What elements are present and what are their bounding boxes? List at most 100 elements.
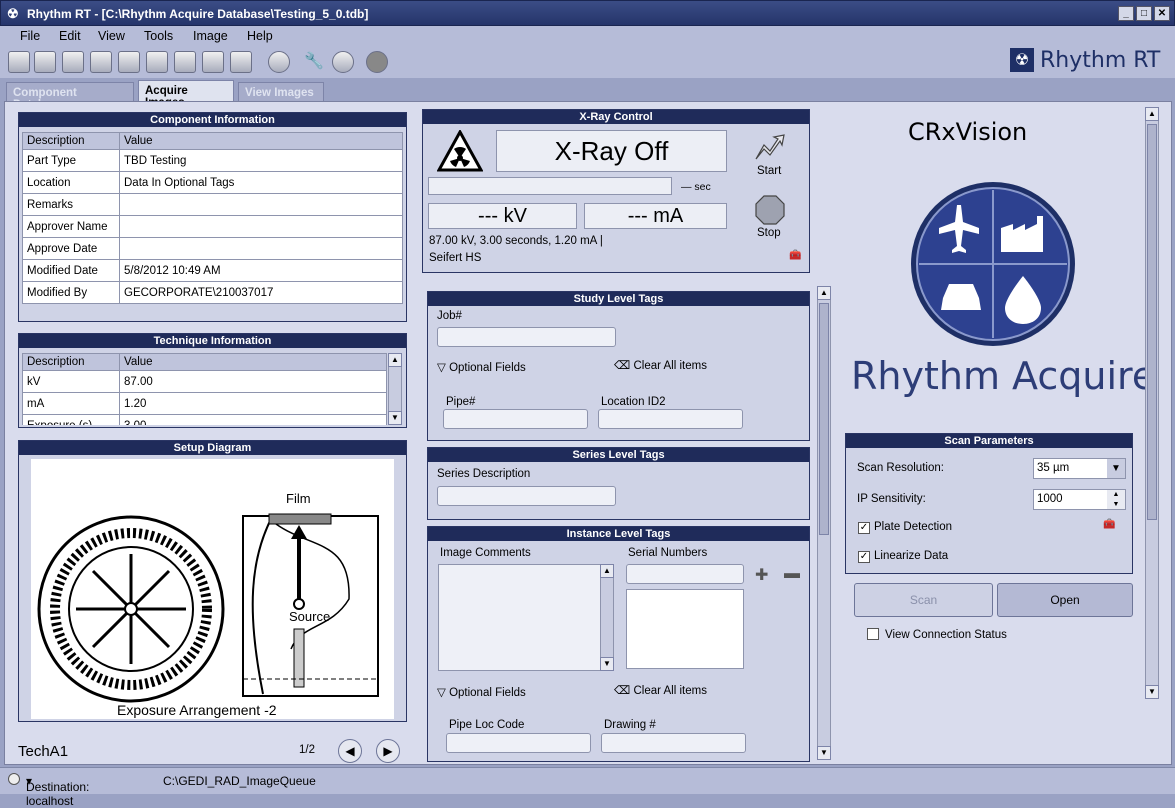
spin-down-icon[interactable]: ▼ (1107, 500, 1125, 509)
pipe-input[interactable] (443, 409, 588, 429)
document-icon[interactable] (118, 51, 140, 73)
camera-icon[interactable] (230, 51, 252, 73)
pipe-loc-code-input[interactable] (446, 733, 591, 753)
scroll-thumb[interactable] (1147, 124, 1157, 520)
power-icon[interactable] (268, 51, 290, 73)
toolbox-icon[interactable]: 🧰 (789, 250, 801, 261)
menu-help[interactable]: Help (247, 29, 273, 43)
refresh-icon[interactable] (8, 51, 30, 73)
stop-icon[interactable] (366, 51, 388, 73)
series-description-label: Series Description (437, 468, 531, 480)
layers-icon[interactable] (202, 51, 224, 73)
close-button[interactable]: ✕ (1154, 6, 1170, 21)
table-row[interactable]: Approver Name (22, 215, 403, 238)
serial-numbers-label: Serial Numbers (628, 547, 708, 559)
scroll-up-icon[interactable]: ▲ (600, 564, 614, 578)
add-component-icon[interactable] (34, 51, 56, 73)
menu-edit[interactable]: Edit (59, 29, 81, 43)
menu-view[interactable]: View (98, 29, 125, 43)
ip-sensitivity-spinner[interactable]: 1000 ▲ ▼ (1033, 489, 1126, 510)
series-tags-panel: Series Level Tags Series Description (427, 447, 810, 520)
scroll-up-icon[interactable]: ▲ (817, 286, 831, 300)
table-row[interactable]: Part Type TBD Testing (22, 149, 403, 172)
linearize-data-checkbox[interactable]: ✓ (858, 551, 870, 563)
table-row[interactable]: Exposure (s)3.00 (22, 414, 387, 425)
table-row[interactable]: kV 87.00 (22, 370, 387, 393)
comments-scrollbar[interactable]: ▲ ▼ (600, 564, 614, 671)
serial-number-input[interactable] (626, 564, 744, 584)
maximize-button[interactable]: □ (1136, 6, 1152, 21)
remove-serial-icon[interactable]: ▬ (784, 565, 800, 583)
next-page-button[interactable]: ▶ (376, 739, 400, 763)
minimize-button[interactable]: _ (1118, 6, 1134, 21)
tags-scrollbar[interactable]: ▲ ▼ (817, 286, 831, 760)
linearize-data-label: Linearize Data (874, 550, 949, 562)
image-comments-textarea[interactable]: ▲ ▼ (438, 564, 614, 671)
panel-title: Instance Level Tags (428, 527, 809, 541)
scan-resolution-select[interactable]: 35 µm ▼ (1033, 458, 1126, 479)
optional-fields-toggle[interactable]: ▽ Optional Fields (437, 685, 526, 699)
scroll-up-icon[interactable]: ▲ (1145, 107, 1159, 121)
plate-detection-checkbox[interactable]: ✓ (858, 522, 870, 534)
exposure-progress-bar (428, 177, 672, 195)
tab-acquire-images[interactable]: Acquire Images (138, 80, 234, 109)
copy-icon[interactable] (90, 51, 112, 73)
chevron-down-icon[interactable]: ▼ (1107, 459, 1125, 478)
scroll-down-icon[interactable]: ▼ (388, 411, 402, 425)
menu-tools[interactable]: Tools (144, 29, 173, 43)
view-connection-status-checkbox[interactable] (867, 628, 879, 640)
scan-button[interactable]: Scan (854, 583, 993, 617)
scroll-down-icon[interactable]: ▼ (600, 657, 614, 671)
table-row[interactable]: Location Data In Optional Tags (22, 171, 403, 194)
scroll-down-icon[interactable]: ▼ (1145, 685, 1159, 699)
clear-all-button[interactable]: ⌫ Clear All items (614, 358, 707, 372)
stop-icon[interactable] (755, 195, 785, 225)
scroll-down-icon[interactable]: ▼ (817, 746, 831, 760)
wrench-icon[interactable]: 🔧 (304, 51, 326, 73)
technique-scrollbar[interactable]: ▲ ▼ (388, 353, 402, 425)
checklist-icon[interactable] (174, 51, 196, 73)
add-serial-icon[interactable]: ✚ (755, 565, 768, 585)
column-header: Description (22, 132, 120, 150)
radiation-icon: ☢ (1010, 48, 1034, 72)
scroll-up-icon[interactable]: ▲ (388, 353, 402, 367)
toolbox-icon[interactable]: 🧰 (1103, 519, 1115, 530)
destination-dropdown[interactable]: Destination: localhost ▾ (26, 774, 89, 808)
job-input[interactable] (437, 327, 616, 347)
table-row[interactable]: Approve Date (22, 237, 403, 260)
drawing-input[interactable] (601, 733, 746, 753)
lifebuoy-icon[interactable] (332, 51, 354, 73)
scroll-thumb[interactable] (819, 303, 829, 535)
technique-info-panel: Technique Information Description Value k… (18, 333, 407, 428)
tab-view-images[interactable]: View Images (238, 82, 324, 102)
import-icon[interactable] (146, 51, 168, 73)
stop-button-label[interactable]: Stop (757, 227, 781, 239)
serial-numbers-list[interactable] (626, 589, 744, 669)
table-row[interactable]: Modified Date 5/8/2012 10:49 AM (22, 259, 403, 282)
chevron-down-icon: ▽ (437, 687, 446, 699)
start-button-label[interactable]: Start (757, 165, 781, 177)
location-id2-input[interactable] (598, 409, 743, 429)
table-row[interactable]: mA 1.20 (22, 392, 387, 415)
series-description-input[interactable] (437, 486, 616, 506)
table-row[interactable]: Remarks (22, 193, 403, 216)
menu-file[interactable]: File (20, 29, 40, 43)
optional-fields-toggle[interactable]: ▽ Optional Fields (437, 360, 526, 374)
rhythm-acquire-title: Rhythm Acquire (851, 354, 1156, 398)
clear-all-button[interactable]: ⌫ Clear All items (614, 683, 707, 697)
previous-page-button[interactable]: ◀ (338, 739, 362, 763)
open-button[interactable]: Open (997, 583, 1133, 617)
menu-image[interactable]: Image (193, 29, 228, 43)
start-icon[interactable] (754, 133, 786, 161)
exposure-diagram: Film Source Exposure Arrangement -2 (37, 491, 379, 718)
tab-component-database[interactable]: Component Database (6, 82, 134, 111)
component-info-panel: Component Information Description Value P… (18, 112, 407, 322)
drawing-label: Drawing # (604, 719, 656, 731)
table-row[interactable]: Modified By GECORPORATE\210037017 (22, 281, 403, 304)
calculator-icon[interactable] (62, 51, 84, 73)
spin-up-icon[interactable]: ▲ (1107, 490, 1125, 500)
right-scrollbar[interactable]: ▲ ▼ (1145, 107, 1159, 699)
panel-title: Scan Parameters (846, 434, 1132, 448)
diagram-caption: Exposure Arrangement -2 (117, 702, 277, 718)
setup-diagram-panel: Setup Diagram Film Source Exposure Arran… (18, 440, 407, 722)
